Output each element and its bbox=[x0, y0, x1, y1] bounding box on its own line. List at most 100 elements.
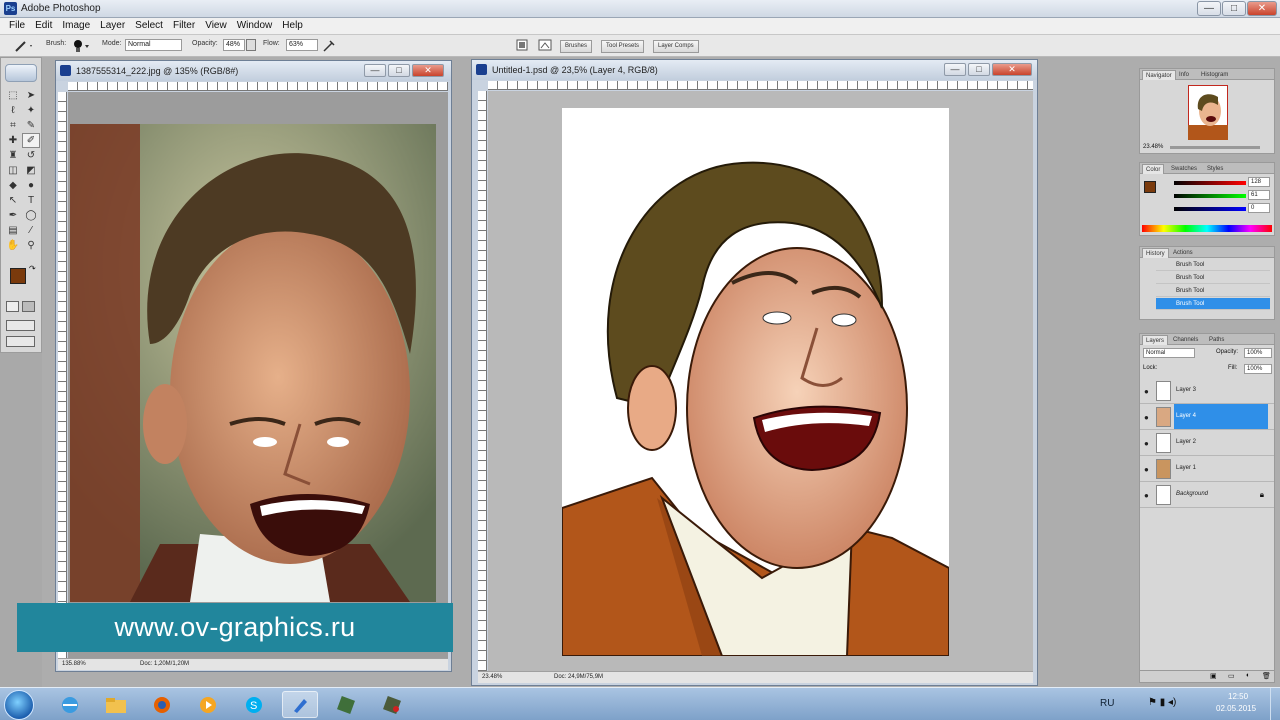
visibility-eye-icon[interactable]: ● bbox=[1144, 413, 1149, 422]
slice-tool-icon[interactable]: ✎ bbox=[22, 118, 40, 133]
menu-help[interactable]: Help bbox=[277, 18, 308, 34]
clock-date[interactable]: 02.05.2015 bbox=[1216, 704, 1256, 713]
doc1-maximize-button[interactable]: □ bbox=[388, 64, 410, 77]
tab-histogram[interactable]: Histogram bbox=[1198, 70, 1231, 80]
tab-navigator[interactable]: Navigator bbox=[1142, 70, 1176, 80]
tray-icons[interactable]: ⚑ ▮ ◂) bbox=[1148, 697, 1176, 708]
navigator-zoom-slider[interactable] bbox=[1170, 146, 1260, 149]
mode-select[interactable]: Normal bbox=[125, 39, 182, 51]
opacity-slider-button[interactable] bbox=[246, 39, 256, 51]
media-player-icon[interactable] bbox=[190, 691, 226, 718]
visibility-eye-icon[interactable]: ● bbox=[1144, 491, 1149, 500]
standard-mode-icon[interactable] bbox=[6, 301, 19, 312]
notes-tool-icon[interactable]: ▤ bbox=[4, 223, 22, 238]
layer-row[interactable]: ● Layer 1 bbox=[1140, 456, 1274, 482]
move-tool-icon[interactable]: ➤ bbox=[22, 88, 40, 103]
green-value[interactable]: 61 bbox=[1248, 190, 1270, 200]
tab-info[interactable]: Info bbox=[1176, 70, 1192, 80]
well-tab-brushes[interactable]: Brushes bbox=[560, 40, 593, 53]
zoom-readout-photo[interactable]: 135.88% bbox=[62, 659, 86, 670]
dodge-tool-icon[interactable]: ● bbox=[22, 178, 40, 193]
fill-field[interactable]: 100% bbox=[1244, 364, 1272, 374]
visibility-eye-icon[interactable]: ● bbox=[1144, 465, 1149, 474]
zoom-tool-icon[interactable]: ⚲ bbox=[22, 238, 40, 253]
color-ramp[interactable] bbox=[1142, 225, 1272, 232]
navigator-thumbnail[interactable] bbox=[1188, 85, 1228, 140]
red-slider[interactable] bbox=[1174, 181, 1246, 185]
app-icon-green[interactable] bbox=[328, 691, 364, 718]
history-brush-tool-icon[interactable]: ↺ bbox=[22, 148, 40, 163]
doc1-minimize-button[interactable]: — bbox=[364, 64, 386, 77]
jump-to-imageready-icon[interactable] bbox=[6, 336, 35, 347]
history-item[interactable]: Brush Tool bbox=[1156, 285, 1270, 297]
tab-swatches[interactable]: Swatches bbox=[1168, 164, 1200, 174]
healing-brush-tool-icon[interactable]: ✚ bbox=[4, 133, 22, 148]
foreground-color-swatch[interactable] bbox=[10, 268, 26, 284]
pen-tool-icon[interactable]: ✒ bbox=[4, 208, 22, 223]
path-selection-tool-icon[interactable]: ↖ bbox=[4, 193, 22, 208]
start-button[interactable] bbox=[4, 690, 34, 720]
menu-filter[interactable]: Filter bbox=[168, 18, 200, 34]
firefox-icon[interactable] bbox=[144, 691, 180, 718]
layer-row[interactable]: ● Layer 2 bbox=[1140, 430, 1274, 456]
brush-preview-icon[interactable] bbox=[70, 38, 92, 54]
green-slider[interactable] bbox=[1174, 194, 1246, 198]
layer-row[interactable]: ● Layer 3 bbox=[1140, 378, 1274, 404]
trash-icon[interactable]: 🗑︎ bbox=[1262, 672, 1271, 680]
well-tab-layer-comps[interactable]: Layer Comps bbox=[653, 40, 699, 53]
palette-well-icon[interactable] bbox=[538, 39, 552, 51]
photo-canvas[interactable] bbox=[70, 124, 436, 602]
layer-row[interactable]: ● Background 🔒︎ bbox=[1140, 482, 1274, 508]
palette-toggle-icon[interactable] bbox=[516, 39, 528, 51]
magic-wand-tool-icon[interactable]: ✦ bbox=[22, 103, 40, 118]
marquee-tool-icon[interactable]: ⬚ bbox=[4, 88, 22, 103]
menu-window[interactable]: Window bbox=[232, 18, 278, 34]
hand-tool-icon[interactable]: ✋ bbox=[4, 238, 22, 253]
tab-actions[interactable]: Actions bbox=[1170, 248, 1196, 258]
airbrush-icon[interactable] bbox=[322, 39, 336, 53]
navigator-zoom[interactable]: 23.48% bbox=[1143, 144, 1163, 150]
flow-field[interactable]: 63% bbox=[286, 39, 318, 51]
layer-opacity-field[interactable]: 100% bbox=[1244, 348, 1272, 358]
add-style-icon[interactable]: ◐ bbox=[1246, 672, 1250, 679]
history-item-current[interactable]: Brush Tool bbox=[1156, 298, 1270, 310]
tab-history[interactable]: History bbox=[1142, 248, 1169, 258]
language-indicator[interactable]: RU bbox=[1100, 698, 1114, 709]
zoom-readout-drawing[interactable]: 23.48% bbox=[482, 672, 502, 683]
file-explorer-icon[interactable] bbox=[98, 691, 134, 718]
maximize-button[interactable]: □ bbox=[1222, 1, 1246, 16]
well-tab-tool-presets[interactable]: Tool Presets bbox=[601, 40, 645, 53]
visibility-eye-icon[interactable]: ● bbox=[1144, 439, 1149, 448]
blue-slider[interactable] bbox=[1174, 207, 1246, 211]
doc2-minimize-button[interactable]: — bbox=[944, 63, 966, 76]
swap-colors-icon[interactable]: ↷ bbox=[29, 264, 36, 273]
crop-tool-icon[interactable]: ⌗ bbox=[4, 118, 22, 133]
doc2-maximize-button[interactable]: □ bbox=[968, 63, 990, 76]
clone-stamp-tool-icon[interactable]: ♜ bbox=[4, 148, 22, 163]
menu-image[interactable]: Image bbox=[57, 18, 95, 34]
history-item[interactable]: Brush Tool bbox=[1156, 272, 1270, 284]
visibility-eye-icon[interactable]: ● bbox=[1144, 387, 1149, 396]
opacity-field[interactable]: 48% bbox=[223, 39, 245, 51]
menu-edit[interactable]: Edit bbox=[30, 18, 57, 34]
doc1-close-button[interactable]: ✕ bbox=[412, 64, 444, 77]
brush-tool-icon[interactable]: ✐ bbox=[22, 133, 40, 148]
brush-tool-preset-icon[interactable] bbox=[14, 39, 36, 53]
eraser-tool-icon[interactable]: ◫ bbox=[4, 163, 22, 178]
blend-mode-select[interactable]: Normal bbox=[1143, 348, 1195, 358]
drawing-canvas[interactable] bbox=[562, 108, 949, 656]
color-fg-swatch[interactable] bbox=[1144, 181, 1156, 193]
new-layer-icon[interactable]: ▣ bbox=[1210, 672, 1217, 680]
document-window-drawing[interactable]: Untitled-1.psd @ 23,5% (Layer 4, RGB/8) … bbox=[471, 59, 1038, 686]
clock-time[interactable]: 12:50 bbox=[1228, 692, 1248, 701]
document-window-photo[interactable]: 1387555314_222.jpg @ 135% (RGB/8#) — □ ✕… bbox=[55, 60, 452, 672]
new-group-icon[interactable]: ▭ bbox=[1228, 672, 1235, 680]
screen-mode-icon[interactable] bbox=[6, 320, 35, 331]
red-value[interactable]: 128 bbox=[1248, 177, 1270, 187]
show-desktop-button[interactable] bbox=[1270, 688, 1280, 720]
minimize-button[interactable]: — bbox=[1197, 1, 1221, 16]
gradient-tool-icon[interactable]: ◩ bbox=[22, 163, 40, 178]
skype-icon[interactable]: S bbox=[236, 691, 272, 718]
blue-value[interactable]: 0 bbox=[1248, 203, 1270, 213]
menu-file[interactable]: File bbox=[4, 18, 30, 34]
